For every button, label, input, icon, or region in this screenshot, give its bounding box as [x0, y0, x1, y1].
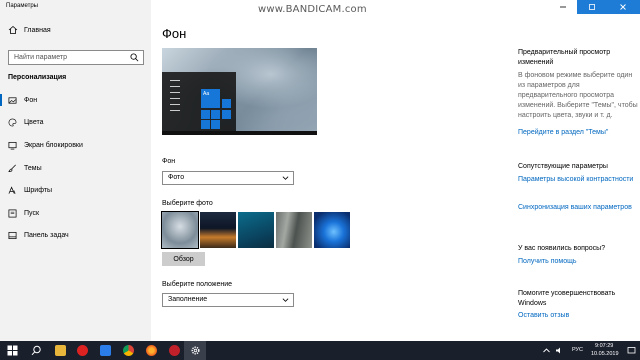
choose-photo-label: Выберите фото: [162, 200, 213, 207]
sidebar-home-label: Главная: [24, 26, 51, 34]
search-input[interactable]: Найти параметр: [8, 50, 144, 65]
preview-line: [170, 80, 180, 81]
photo-thumbnail[interactable]: [314, 212, 350, 248]
sidebar-item-label: Шрифты: [24, 186, 53, 194]
image-icon: [8, 96, 17, 104]
fit-label: Выберите положение: [162, 281, 233, 288]
search-icon[interactable]: [31, 345, 42, 356]
feedback-link[interactable]: Оставить отзыв: [518, 311, 640, 321]
taskbar: РУС 9:07:29 10.05.2019: [0, 341, 640, 360]
sync-link[interactable]: Синхронизация ваших параметров: [518, 203, 640, 213]
chrome-icon[interactable]: [123, 345, 134, 356]
photo-thumbnail[interactable]: [276, 212, 312, 248]
fit-select[interactable]: Заполнение: [162, 293, 294, 307]
themes-link[interactable]: Перейдите в раздел "Темы": [518, 128, 640, 138]
preview-line: [170, 98, 180, 99]
preview-tile: [222, 99, 231, 108]
main-content: Фон Aa Фон Фото Выберите фото Обзор Выбе…: [151, 0, 640, 341]
sidebar-item-home[interactable]: Главная: [8, 25, 51, 35]
preview-line: [170, 104, 180, 105]
settings-taskbar-button[interactable]: [184, 341, 206, 360]
preview-tile: [211, 120, 220, 129]
font-icon: [8, 185, 16, 194]
background-select-value: Фото: [168, 174, 185, 181]
store-icon[interactable]: [100, 345, 111, 356]
sidebar-item-start[interactable]: Пуск: [8, 207, 39, 219]
chevron-down-icon: [282, 176, 289, 180]
sidebar: Параметры Главная Найти параметр Персона…: [0, 0, 151, 341]
preview-tile: [211, 110, 220, 119]
maximize-icon: [588, 4, 595, 10]
minimize-icon: [559, 6, 566, 8]
sidebar-item-label: Цвета: [24, 118, 44, 126]
photo-thumbnail[interactable]: [200, 212, 236, 248]
preview-line: [170, 110, 180, 111]
search-icon: [130, 53, 139, 62]
firefox-icon[interactable]: [146, 345, 157, 356]
sidebar-item-label: Панель задач: [24, 231, 69, 239]
sidebar-section-title: Персонализация: [8, 74, 67, 81]
start-icon: [8, 209, 17, 217]
volume-icon[interactable]: [555, 346, 564, 355]
windows-start-icon[interactable]: [7, 345, 18, 356]
preview-line: [170, 86, 180, 87]
question-heading: У вас появились вопросы?: [518, 245, 606, 252]
preview-taskbar: [162, 131, 317, 135]
photo-thumbnail[interactable]: [238, 212, 274, 248]
sidebar-item-lockscreen[interactable]: Экран блокировки: [8, 139, 83, 151]
preview-description: В фоновом режиме выберите один из параме…: [518, 72, 638, 119]
related-heading: Сопутствующие параметры: [518, 163, 608, 170]
close-icon: [620, 4, 626, 10]
preview-tile: [201, 120, 210, 129]
sidebar-item-label: Темы: [24, 164, 42, 172]
background-label: Фон: [162, 158, 176, 165]
preview-tile: [222, 110, 231, 119]
clock-time[interactable]: 9:07:29: [595, 343, 613, 349]
preview-tile: Aa: [201, 89, 220, 108]
notifications-icon[interactable]: [627, 346, 636, 355]
help-link[interactable]: Получить помощь: [518, 257, 640, 267]
recording-watermark: www.BANDICAM.com: [258, 4, 367, 15]
window-title: Параметры: [6, 3, 38, 9]
background-preview: Aa: [162, 48, 317, 135]
improve-heading: Помогите усовершенствовать Windows: [518, 290, 616, 307]
minimize-button[interactable]: [548, 0, 577, 14]
brush-icon: [8, 164, 16, 172]
maximize-button[interactable]: [577, 0, 606, 14]
close-button[interactable]: [606, 0, 640, 14]
browse-button[interactable]: Обзор: [162, 252, 205, 266]
gear-icon: [191, 346, 200, 355]
photo-thumbnail[interactable]: [161, 211, 199, 249]
sidebar-item-colors[interactable]: Цвета: [8, 116, 44, 128]
photo-thumbnails: [161, 211, 350, 249]
settings-window: Параметры Главная Найти параметр Персона…: [0, 0, 640, 341]
clock-date[interactable]: 10.05.2019: [591, 351, 619, 357]
home-icon: [8, 25, 18, 34]
contrast-link[interactable]: Параметры высокой контрастности: [518, 175, 640, 185]
page-title: Фон: [162, 26, 187, 41]
search-placeholder: Найти параметр: [14, 54, 67, 61]
preview-line: [170, 92, 180, 93]
sidebar-item-themes[interactable]: Темы: [8, 162, 42, 174]
chevron-up-icon[interactable]: [542, 346, 551, 355]
sidebar-item-background[interactable]: Фон: [0, 94, 38, 106]
preview-heading: Предварительный просмотр изменений: [518, 49, 611, 66]
sidebar-item-fonts[interactable]: Шрифты: [8, 184, 52, 196]
palette-icon: [8, 118, 17, 126]
preview-tile: [201, 110, 210, 119]
bandicam-icon[interactable]: [169, 345, 180, 356]
background-select[interactable]: Фото: [162, 171, 294, 185]
taskbar-icon: [8, 231, 17, 239]
chevron-down-icon: [282, 298, 289, 302]
sidebar-item-taskbar[interactable]: Панель задач: [8, 229, 69, 241]
file-explorer-icon[interactable]: [55, 345, 66, 356]
fit-select-value: Заполнение: [168, 296, 208, 303]
opera-icon[interactable]: [77, 345, 88, 356]
lockscreen-icon: [8, 141, 17, 149]
language-indicator[interactable]: РУС: [572, 347, 583, 353]
sidebar-item-label: Фон: [24, 96, 38, 104]
sidebar-item-label: Пуск: [24, 209, 40, 217]
sidebar-item-label: Экран блокировки: [24, 141, 83, 149]
